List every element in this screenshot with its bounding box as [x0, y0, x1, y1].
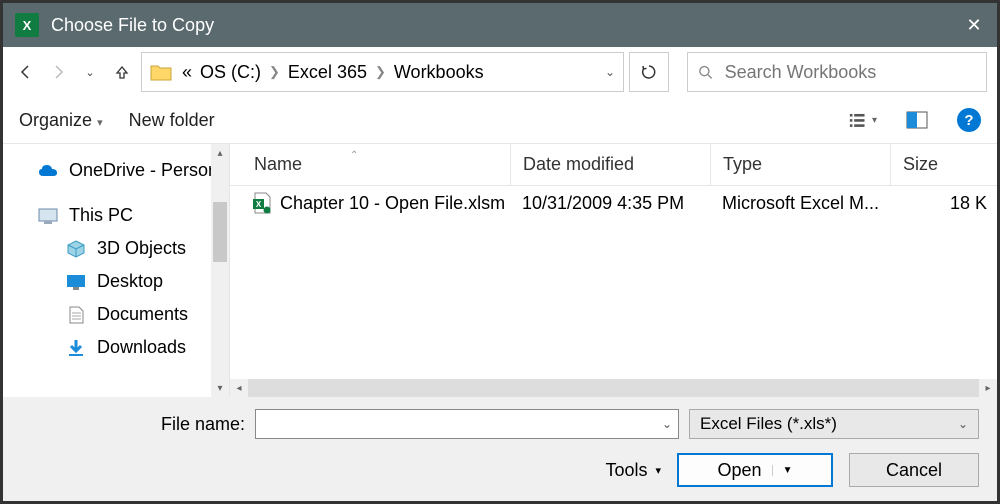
- file-type: Microsoft Excel M...: [710, 193, 890, 214]
- up-button[interactable]: [109, 59, 135, 85]
- nav-label: Documents: [97, 304, 188, 325]
- scroll-right-icon[interactable]: ▸: [979, 379, 997, 397]
- col-date[interactable]: Date modified: [510, 144, 710, 185]
- cancel-button[interactable]: Cancel: [849, 453, 979, 487]
- download-icon: [65, 338, 87, 358]
- file-date: 10/31/2009 4:35 PM: [510, 193, 710, 214]
- scrollbar-track[interactable]: [248, 379, 979, 397]
- file-name: Chapter 10 - Open File.xlsm: [280, 193, 505, 214]
- nav-downloads[interactable]: Downloads: [3, 331, 211, 364]
- nav-label: OneDrive - Person: [69, 160, 211, 181]
- breadcrumb: « OS (C:) ❯ Excel 365 ❯ Workbooks: [182, 62, 484, 83]
- title-bar: X Choose File to Copy ✕: [3, 3, 997, 47]
- pc-icon: [37, 206, 59, 226]
- nav-onedrive[interactable]: OneDrive - Person: [3, 154, 211, 187]
- nav-pane: OneDrive - Person This PC 3D Objects Des…: [3, 144, 211, 397]
- nav-label: This PC: [69, 205, 133, 226]
- tools-button[interactable]: Tools▾: [605, 460, 661, 481]
- open-button[interactable]: Open▼: [677, 453, 833, 487]
- dialog-title: Choose File to Copy: [51, 15, 214, 36]
- filetype-filter[interactable]: Excel Files (*.xls*) ⌄: [689, 409, 979, 439]
- column-headers: ⌃ Name Date modified Type Size: [230, 144, 997, 186]
- view-options-button[interactable]: ▾: [849, 106, 877, 134]
- filename-combobox[interactable]: ⌄: [255, 409, 679, 439]
- filter-text: Excel Files (*.xls*): [700, 414, 837, 434]
- cloud-icon: [37, 161, 59, 181]
- back-button[interactable]: [13, 59, 39, 85]
- breadcrumb-prefix: «: [182, 62, 192, 83]
- excel-icon: X: [15, 13, 39, 37]
- breadcrumb-part[interactable]: OS (C:): [200, 62, 261, 83]
- file-list-area: ⌃ Name Date modified Type Size X Chapter…: [229, 144, 997, 397]
- nav-label: 3D Objects: [97, 238, 186, 259]
- preview-pane-button[interactable]: [903, 106, 931, 134]
- bottom-panel: File name: ⌄ Excel Files (*.xls*) ⌄ Tool…: [3, 397, 997, 501]
- file-list[interactable]: X Chapter 10 - Open File.xlsm 10/31/2009…: [230, 186, 997, 379]
- scroll-left-icon[interactable]: ◂: [230, 379, 248, 397]
- open-split-dropdown[interactable]: ▼: [772, 465, 793, 476]
- file-row[interactable]: X Chapter 10 - Open File.xlsm 10/31/2009…: [230, 186, 997, 220]
- chevron-right-icon: ❯: [375, 64, 386, 80]
- scroll-up-icon[interactable]: ▴: [211, 144, 229, 162]
- scrollbar-thumb[interactable]: [213, 202, 227, 262]
- organize-button[interactable]: Organize ▾: [19, 110, 103, 131]
- col-size[interactable]: Size: [890, 144, 997, 185]
- search-input[interactable]: [723, 61, 976, 84]
- chevron-right-icon: ❯: [269, 64, 280, 80]
- nav-3d-objects[interactable]: 3D Objects: [3, 232, 211, 265]
- nav-label: Downloads: [97, 337, 186, 358]
- new-folder-button[interactable]: New folder: [129, 110, 215, 131]
- nav-this-pc[interactable]: This PC: [3, 199, 211, 232]
- refresh-button[interactable]: [629, 52, 669, 92]
- dialog-body: OneDrive - Person This PC 3D Objects Des…: [3, 143, 997, 397]
- forward-button[interactable]: [45, 59, 71, 85]
- search-box[interactable]: [687, 52, 987, 92]
- nav-desktop[interactable]: Desktop: [3, 265, 211, 298]
- file-dialog: X Choose File to Copy ✕ ⌄ « OS (C:) ❯ Ex…: [0, 0, 1000, 504]
- help-button[interactable]: ?: [957, 108, 981, 132]
- filename-label: File name:: [161, 414, 245, 435]
- file-size: 18 K: [890, 193, 997, 214]
- scroll-down-icon[interactable]: ▾: [211, 379, 229, 397]
- horizontal-scrollbar[interactable]: ◂ ▸: [230, 379, 997, 397]
- search-icon: [698, 64, 713, 80]
- folder-icon: [150, 63, 172, 81]
- address-dropdown-icon[interactable]: ⌄: [605, 65, 615, 79]
- svg-text:X: X: [256, 200, 262, 209]
- recent-dropdown[interactable]: ⌄: [77, 59, 103, 85]
- col-type[interactable]: Type: [710, 144, 890, 185]
- cube-icon: [65, 239, 87, 259]
- nav-documents[interactable]: Documents: [3, 298, 211, 331]
- sort-indicator-icon: ⌃: [350, 150, 358, 161]
- address-row: ⌄ « OS (C:) ❯ Excel 365 ❯ Workbooks ⌄: [3, 47, 997, 97]
- breadcrumb-part[interactable]: Excel 365: [288, 62, 367, 83]
- chevron-down-icon[interactable]: ⌄: [958, 417, 968, 431]
- nav-label: Desktop: [97, 271, 163, 292]
- chevron-down-icon[interactable]: ⌄: [662, 417, 672, 431]
- document-icon: [65, 305, 87, 325]
- col-name[interactable]: ⌃ Name: [230, 154, 510, 175]
- desktop-icon: [65, 272, 87, 292]
- nav-scrollbar[interactable]: ▴ ▾: [211, 144, 229, 397]
- command-bar: Organize ▾ New folder ▾ ?: [3, 97, 997, 143]
- close-button[interactable]: ✕: [951, 3, 997, 47]
- breadcrumb-part[interactable]: Workbooks: [394, 62, 484, 83]
- address-bar[interactable]: « OS (C:) ❯ Excel 365 ❯ Workbooks ⌄: [141, 52, 624, 92]
- xlsm-file-icon: X: [252, 192, 272, 214]
